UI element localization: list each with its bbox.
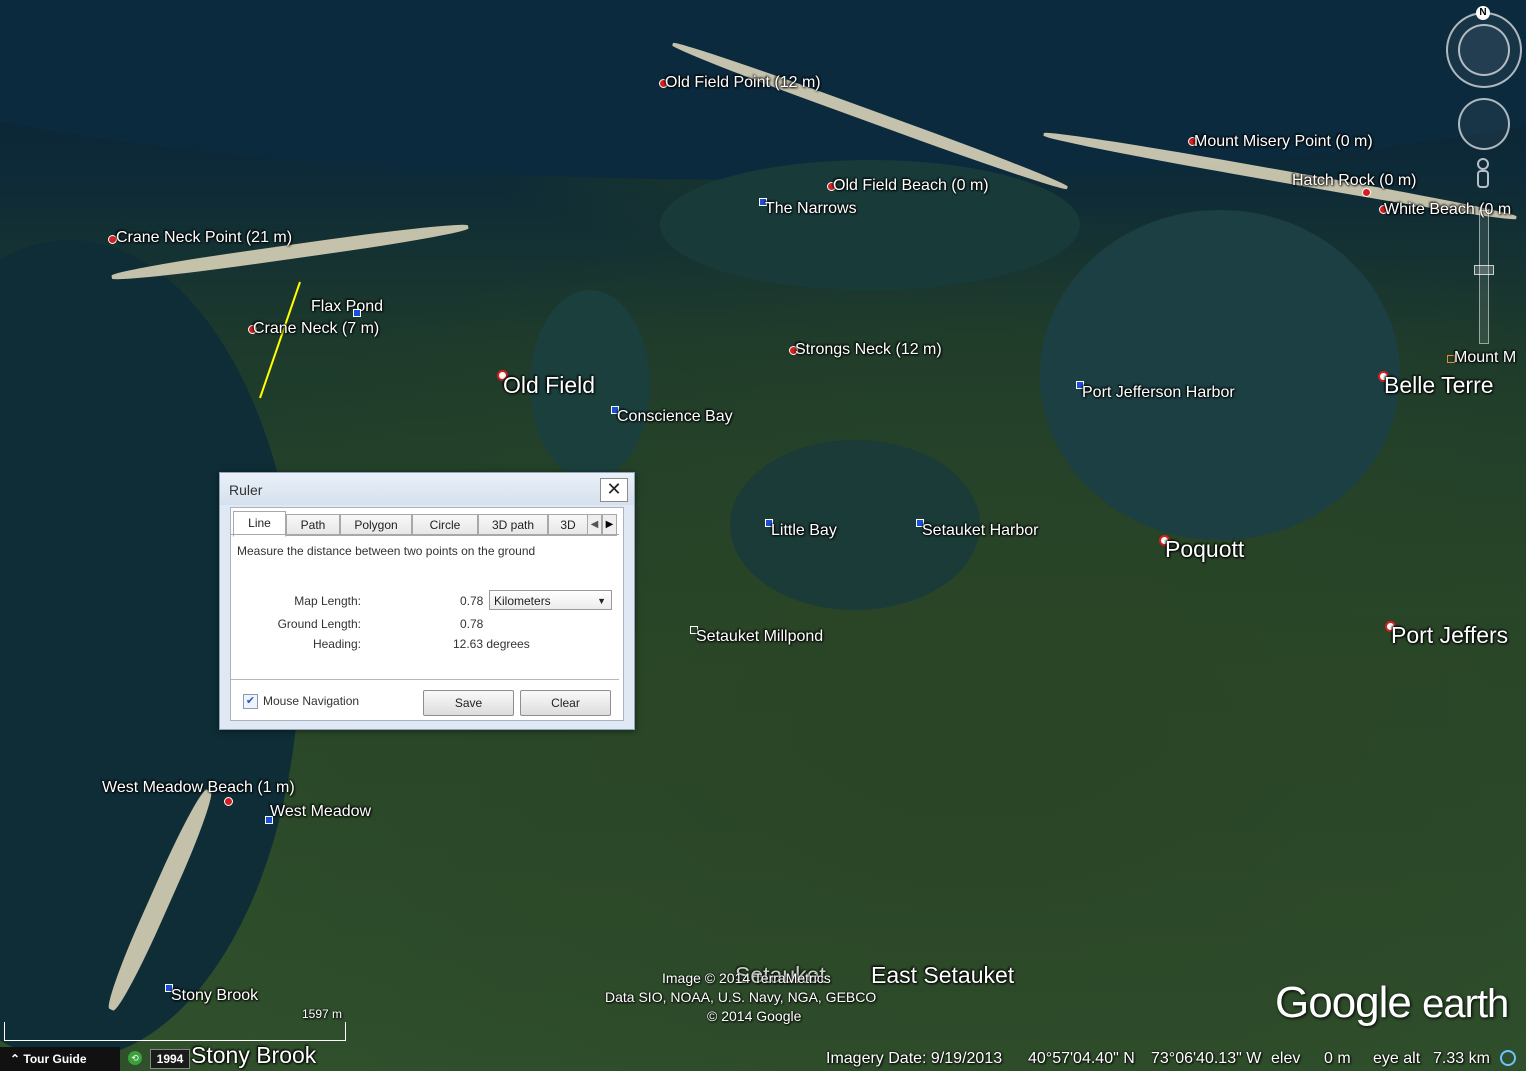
label-crane-neck-point[interactable]: Crane Neck Point (21 m) [116,229,292,247]
unit-select-value: Kilometers [494,594,551,608]
zoom-slider-handle[interactable] [1474,265,1494,275]
label-setauket-harbor[interactable]: Setauket Harbor [922,522,1039,540]
chevron-up-icon: ⌃ [10,1052,21,1066]
label-flax-pond[interactable]: Flax Pond [311,298,383,316]
heading-value: 12.63 degrees [453,637,530,651]
tab-polygon[interactable]: Polygon [340,514,412,536]
chevron-down-icon: ▼ [597,596,606,606]
compass-inner-ring[interactable] [1458,24,1510,76]
tab-path[interactable]: Path [286,514,340,536]
label-west-meadow[interactable]: West Meadow [270,803,371,821]
placemark-icon[interactable] [353,309,361,317]
map-length-label: Map Length: [294,594,361,608]
label-old-field[interactable]: Old Field [503,372,595,399]
elevation-label: elev [1271,1050,1301,1067]
label-little-bay[interactable]: Little Bay [771,522,837,540]
label-conscience-bay[interactable]: Conscience Bay [617,408,733,426]
historical-imagery-icon[interactable]: ⟲ [128,1051,142,1065]
placemark-icon[interactable] [224,797,233,806]
eye-alt-label: eye alt [1373,1050,1421,1067]
tab-scroll-right-icon[interactable]: ▶ [602,514,617,536]
placemark-icon[interactable] [1362,188,1371,197]
latitude: 40°57'04.40" N [1028,1050,1135,1067]
label-mount-misery-point[interactable]: Mount Misery Point (0 m) [1194,133,1373,151]
look-joystick-icon[interactable] [1458,98,1510,150]
logo-google: Google [1275,978,1412,1027]
tab-3d-path[interactable]: 3D path [478,514,548,536]
pegman-icon[interactable] [1473,158,1493,192]
ruler-titlebar[interactable]: Ruler ✕ [220,473,634,505]
streaming-indicator-icon [1500,1050,1516,1066]
label-setauket-millpond[interactable]: Setauket Millpond [696,628,823,646]
label-poquott[interactable]: Poquott [1165,536,1244,563]
ruler-description: Measure the distance between two points … [237,544,536,558]
mouse-navigation-label[interactable]: Mouse Navigation [263,694,359,708]
ruler-panel: Line Path Polygon Circle 3D path 3D ◀ ▶ … [230,507,624,721]
attribution-line-3: © 2014 Google [707,1008,802,1024]
tab-3d-polygon[interactable]: 3D [548,514,588,536]
label-white-beach[interactable]: White Beach (0 m [1384,201,1511,219]
historical-year[interactable]: 1994 [150,1049,190,1069]
ruler-footer-divider [231,679,619,680]
label-port-jefferson[interactable]: Port Jeffers [1391,622,1508,649]
elevation-value: 0 m [1324,1050,1351,1067]
north-indicator[interactable]: N [1476,6,1490,20]
label-port-jefferson-harbor[interactable]: Port Jefferson Harbor [1082,384,1235,402]
logo-earth: earth [1422,982,1509,1026]
label-the-narrows[interactable]: The Narrows [765,200,857,218]
longitude: 73°06'40.13" W [1151,1050,1262,1067]
tab-circle[interactable]: Circle [412,514,478,536]
eye-alt-value: 7.33 km [1433,1050,1490,1067]
checkbox-icon[interactable]: ✔ [243,694,258,709]
label-stony-brook-large[interactable]: Stony Brook [191,1042,316,1069]
label-stony-brook-small[interactable]: Stony Brook [171,987,258,1005]
label-belle-terre[interactable]: Belle Terre [1384,372,1494,399]
heading-label: Heading: [312,637,361,651]
close-icon[interactable]: ✕ [600,478,628,502]
attribution-line-1: Image © 2014 TerraMetrics [662,970,831,986]
ruler-tabs: Line Path Polygon Circle 3D path 3D ◀ ▶ [231,510,623,537]
map-length-value: 0.78 [460,594,484,608]
save-button[interactable]: Save [423,690,514,716]
ruler-dialog[interactable]: Ruler ✕ Line Path Polygon Circle 3D path… [219,472,635,730]
clear-button[interactable]: Clear [520,690,611,716]
label-mount-m[interactable]: Mount M [1454,349,1516,367]
label-strongs-neck[interactable]: Strongs Neck (12 m) [795,341,942,359]
label-crane-neck[interactable]: Crane Neck (7 m) [253,320,379,338]
attribution-line-2: Data SIO, NOAA, U.S. Navy, NGA, GEBCO [605,989,877,1005]
unit-select[interactable]: Kilometers ▼ [489,590,612,610]
ground-length-value: 0.78 [460,617,484,631]
tab-scroll-left-icon[interactable]: ◀ [587,514,602,536]
scale-bar [4,1022,346,1041]
label-west-meadow-beach[interactable]: West Meadow Beach (1 m) [102,779,295,797]
tab-panel-border [231,534,619,535]
tour-guide-button[interactable]: ⌃ Tour Guide [0,1047,120,1071]
ruler-title: Ruler [229,482,263,498]
label-hatch-rock[interactable]: Hatch Rock (0 m) [1292,172,1416,190]
label-east-setauket[interactable]: East Setauket [871,962,1014,989]
scale-label: 1597 m [302,1007,343,1021]
zoom-slider[interactable] [1479,210,1489,344]
ground-length-label: Ground Length: [277,617,361,631]
imagery-date: Imagery Date: 9/19/2013 [826,1050,1003,1067]
tour-guide-label: Tour Guide [23,1052,87,1066]
google-earth-logo: Google earth [1275,978,1509,1028]
label-old-field-point[interactable]: Old Field Point (12 m) [665,74,821,92]
label-old-field-beach[interactable]: Old Field Beach (0 m) [833,177,989,195]
